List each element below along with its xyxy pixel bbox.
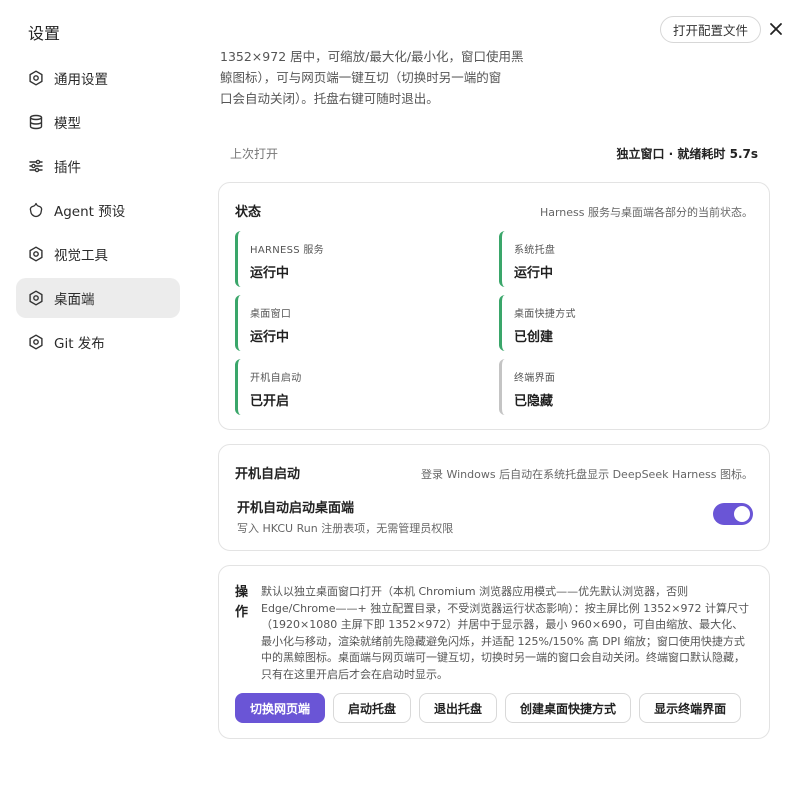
status-tile-autostart: 开机自启动 已开启 <box>235 359 487 415</box>
status-tile-tray: 系统托盘 运行中 <box>499 231 751 287</box>
start-tray-button[interactable]: 启动托盘 <box>333 693 412 723</box>
operations-card: 操作 默认以独立桌面窗口打开（本机 Chromium 浏览器应用模式——优先默认… <box>218 565 770 739</box>
sidebar-item-desktop[interactable]: 桌面端 <box>16 278 180 318</box>
sidebar-item-label: Git 发布 <box>54 336 105 352</box>
description-line: 1352×972 居中，可缩放/最大化/最小化，窗口使用黑 <box>220 49 524 64</box>
status-card: 状态 Harness 服务与桌面端各部分的当前状态。 HARNESS 服务 运行… <box>218 182 770 430</box>
sidebar-item-vision-tools[interactable]: 视觉工具 <box>16 234 180 274</box>
tile-value: 已隐藏 <box>514 394 554 409</box>
show-terminal-button[interactable]: 显示终端界面 <box>639 693 742 723</box>
status-tile-shortcut: 桌面快捷方式 已创建 <box>499 295 751 351</box>
tile-label: 桌面窗口 <box>250 309 292 320</box>
status-tile-window: 桌面窗口 运行中 <box>235 295 487 351</box>
desktop-description: 1352×972 居中，可缩放/最大化/最小化，窗口使用黑 鲸图标），可与网页端… <box>220 34 532 109</box>
sidebar-item-label: 通用设置 <box>54 72 108 88</box>
sliders-icon <box>28 158 44 174</box>
operations-buttons: 切换网页端 启动托盘 退出托盘 创建桌面快捷方式 显示终端界面 <box>235 693 742 723</box>
switch-web-button[interactable]: 切换网页端 <box>235 693 326 723</box>
sidebar-item-label: 插件 <box>54 160 81 176</box>
tile-label: 终端界面 <box>514 373 556 384</box>
desktop-settings-panel: 1352×972 居中，可缩放/最大化/最小化，窗口使用黑 鲸图标），可与网页端… <box>218 0 770 790</box>
sidebar-item-label: Agent 预设 <box>54 204 126 220</box>
database-icon <box>28 114 44 130</box>
gear-icon <box>28 70 44 86</box>
last-open-row: 上次打开 独立窗口 · 就绪耗时 5.7s <box>218 142 770 164</box>
operations-title: 操作 <box>235 585 249 620</box>
sidebar-item-models[interactable]: 模型 <box>16 102 180 142</box>
create-shortcut-button[interactable]: 创建桌面快捷方式 <box>505 693 632 723</box>
autostart-toggle-row: 开机自动启动桌面端 写入 HKCU Run 注册表项，无需管理员权限 <box>237 497 753 536</box>
sidebar-item-agent-presets[interactable]: Agent 预设 <box>16 190 180 230</box>
gear-icon <box>28 334 44 350</box>
last-open-label: 上次打开 <box>230 146 279 161</box>
tile-value: 已创建 <box>514 330 554 345</box>
gear-icon <box>28 290 44 306</box>
clipped-description-line <box>220 34 532 46</box>
tile-value: 运行中 <box>250 330 290 345</box>
tile-label: HARNESS 服务 <box>250 245 324 256</box>
operations-description: 默认以独立桌面窗口打开（本机 Chromium 浏览器应用模式——优先默认浏览器… <box>261 585 749 681</box>
window-title: 设置 <box>28 24 61 43</box>
sidebar-item-label: 视觉工具 <box>54 248 108 264</box>
agent-icon <box>28 202 44 218</box>
toggle-knob <box>734 506 750 522</box>
status-tile-terminal: 终端界面 已隐藏 <box>499 359 751 415</box>
last-open-value: 独立窗口 · 就绪耗时 5.7s <box>616 146 759 161</box>
autostart-card: 开机自启动 登录 Windows 后自动在系统托盘显示 DeepSeek Har… <box>218 444 770 551</box>
autostart-title: 开机自启动 <box>235 467 301 482</box>
autostart-subtitle: 登录 Windows 后自动在系统托盘显示 DeepSeek Harness 图… <box>420 468 753 481</box>
toggle-subtitle: 写入 HKCU Run 注册表项，无需管理员权限 <box>237 522 454 535</box>
tile-label: 桌面快捷方式 <box>514 309 576 320</box>
tile-label: 系统托盘 <box>514 245 556 256</box>
sidebar-item-label: 模型 <box>54 116 81 132</box>
description-line: 口会自动关闭）。托盘右键可随时退出。 <box>220 91 439 106</box>
sidebar-item-general[interactable]: 通用设置 <box>16 58 180 98</box>
status-title: 状态 <box>235 205 262 220</box>
tile-value: 运行中 <box>250 266 290 281</box>
autostart-toggle[interactable] <box>713 503 753 525</box>
description-line: 鲸图标），可与网页端一键互切（切换时另一端的窗 <box>220 70 502 85</box>
tile-value: 运行中 <box>514 266 554 281</box>
gear-icon <box>28 246 44 262</box>
tile-label: 开机自启动 <box>250 373 302 384</box>
sidebar: 通用设置 模型 插件 Agent 预设 视觉工具 桌面端 Git 发布 <box>16 58 180 366</box>
tile-value: 已开启 <box>250 394 290 409</box>
sidebar-item-label: 桌面端 <box>54 292 95 308</box>
status-subtitle: Harness 服务与桌面端各部分的当前状态。 <box>539 206 753 219</box>
sidebar-item-plugins[interactable]: 插件 <box>16 146 180 186</box>
sidebar-item-git-publish[interactable]: Git 发布 <box>16 322 180 362</box>
status-tile-harness: HARNESS 服务 运行中 <box>235 231 487 287</box>
exit-tray-button[interactable]: 退出托盘 <box>419 693 498 723</box>
toggle-title: 开机自动启动桌面端 <box>237 501 355 516</box>
